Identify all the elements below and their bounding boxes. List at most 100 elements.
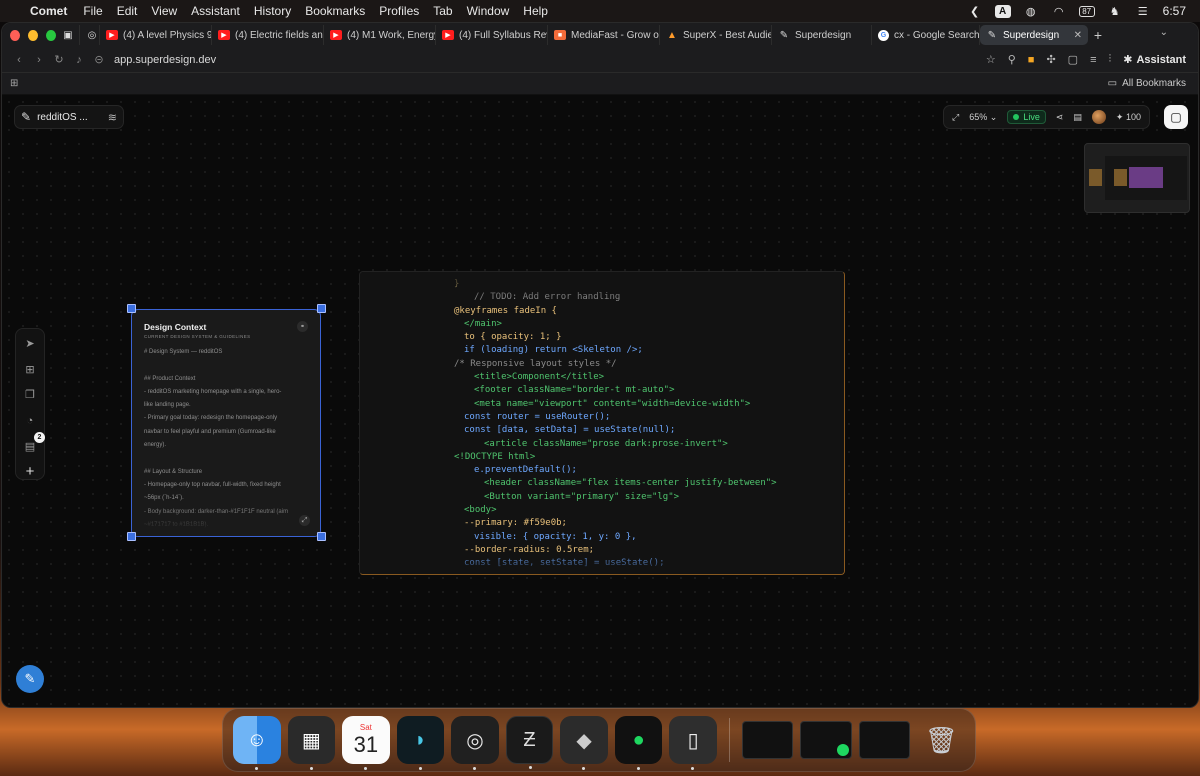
tab-0[interactable]: ▶ (4) A level Physics 9702 ( bbox=[100, 25, 212, 45]
copy-icon[interactable]: ❐ bbox=[23, 388, 37, 402]
youtube-icon: ▶ bbox=[330, 30, 342, 40]
close-tab-icon[interactable]: ✕ bbox=[1074, 30, 1082, 41]
menu-profiles[interactable]: Profiles bbox=[379, 4, 419, 18]
running-indicator bbox=[418, 767, 422, 770]
cube-app[interactable]: ◆ bbox=[560, 716, 608, 770]
palette-icon[interactable]: ◔ bbox=[23, 414, 37, 428]
globe-icon[interactable]: ◍ bbox=[1023, 4, 1039, 18]
design-context-card[interactable]: Design Context CURRENT DESIGN SYSTEM & G… bbox=[131, 309, 321, 537]
notes-icon[interactable]: ▤ 2 bbox=[23, 432, 45, 453]
star-icon[interactable]: ☆ bbox=[986, 53, 996, 66]
canvas-top-toolbar: ⤢ 65% ⌄ Live ⋖ ▤ ✦ 100 bbox=[943, 105, 1150, 129]
zoom-selector[interactable]: 65% ⌄ bbox=[969, 112, 997, 123]
sidebar-toggle-tab[interactable]: ▣ bbox=[56, 25, 80, 45]
fit-screen-icon[interactable]: ⤢ bbox=[952, 112, 959, 123]
assistant-tab[interactable]: ◎ bbox=[80, 25, 100, 45]
live-toggle[interactable]: Live bbox=[1007, 110, 1046, 124]
avatar[interactable] bbox=[1091, 110, 1106, 124]
menu-edit[interactable]: Edit bbox=[117, 4, 138, 18]
trash-app[interactable]: 🗑 bbox=[917, 716, 965, 764]
cursor-icon[interactable]: ➤ bbox=[23, 337, 37, 351]
credits-counter[interactable]: ✦ 100 bbox=[1116, 112, 1141, 123]
tab-4[interactable]: ■ MediaFast - Grow on Red bbox=[548, 25, 660, 45]
control-center-icon[interactable]: ☰ bbox=[1135, 4, 1151, 18]
apps-grid-icon[interactable]: ⊞ bbox=[10, 78, 18, 89]
minimized-window[interactable] bbox=[741, 721, 794, 759]
chevron-left-icon[interactable]: ❮ bbox=[967, 4, 983, 18]
running-indicator bbox=[636, 767, 640, 770]
comet-app[interactable]: ◗ bbox=[396, 716, 445, 770]
dog-icon[interactable]: ♞ bbox=[1107, 4, 1123, 18]
url-field[interactable]: app.superdesign.dev bbox=[114, 54, 216, 66]
tab-8[interactable]: ✎ Superdesign ✕ bbox=[980, 25, 1088, 45]
chat-button[interactable]: ▢ bbox=[1164, 105, 1188, 129]
running-indicator bbox=[364, 767, 368, 770]
tab-7[interactable]: Gcx - Google Search bbox=[872, 25, 980, 45]
menu-tab[interactable]: Tab bbox=[433, 4, 452, 18]
menu-help[interactable]: Help bbox=[523, 4, 548, 18]
grid-icon[interactable]: ⊞ bbox=[23, 363, 37, 377]
zed-app[interactable]: Ƶ bbox=[505, 716, 554, 769]
menu-history[interactable]: History bbox=[254, 4, 291, 18]
menu-bar: Comet File Edit View Assistant History B… bbox=[0, 0, 1200, 22]
code-generation-panel[interactable]: }// TODO: Add error handling@keyframes f… bbox=[359, 271, 845, 575]
reload-icon[interactable]: ↻ bbox=[50, 53, 68, 66]
calendar-app[interactable]: Sat 31 bbox=[342, 716, 390, 770]
menu-bookmarks[interactable]: Bookmarks bbox=[305, 4, 365, 18]
finder-app[interactable]: ☺ bbox=[233, 716, 281, 770]
spotify-app[interactable]: ● bbox=[614, 716, 663, 770]
menu-window[interactable]: Window bbox=[467, 4, 510, 18]
minimap[interactable] bbox=[1084, 143, 1190, 213]
menu-view[interactable]: View bbox=[151, 4, 177, 18]
design-canvas[interactable]: ✎ redditOS ... ≋ ⤢ 65% ⌄ Live ⋖ ▤ ✦ 100 … bbox=[2, 95, 1198, 707]
calendar-day: 31 bbox=[353, 732, 379, 757]
superdesign-fab-button[interactable]: ✎ bbox=[16, 665, 44, 693]
minimize-window-button[interactable] bbox=[28, 29, 38, 41]
layers-icon[interactable]: ≋ bbox=[108, 111, 117, 124]
forward-icon[interactable]: › bbox=[30, 54, 48, 66]
ring-app[interactable]: ◎ bbox=[451, 716, 499, 770]
new-tab-button[interactable]: + bbox=[1088, 27, 1108, 43]
document-icon[interactable]: ▤ bbox=[1073, 112, 1082, 123]
add-icon[interactable]: + bbox=[23, 463, 37, 480]
wifi-icon[interactable]: ◠ bbox=[1051, 4, 1067, 18]
site-info-icon[interactable]: ⊝ bbox=[90, 53, 108, 66]
tab-1[interactable]: ▶ (4) Electric fields and ma bbox=[212, 25, 324, 45]
voice-icon[interactable]: ⫶ bbox=[1109, 53, 1112, 66]
minecraft-app[interactable]: ▦ bbox=[287, 716, 336, 770]
close-window-button[interactable] bbox=[10, 29, 20, 41]
mic-icon[interactable]: ♪ bbox=[70, 54, 88, 66]
tab-5[interactable]: ▲ SuperX - Best Audience ( bbox=[660, 25, 772, 45]
assistant-button[interactable]: ✱ Assistant bbox=[1123, 53, 1186, 67]
chevron-down-icon[interactable]: ⌄ bbox=[1160, 27, 1168, 38]
puzzle-icon[interactable]: ✣ bbox=[1046, 53, 1055, 66]
resize-handle-top-right[interactable] bbox=[317, 304, 326, 313]
menu-assistant[interactable]: Assistant bbox=[191, 4, 240, 18]
expand-icon[interactable]: ⤢ bbox=[299, 515, 310, 526]
extension-icon[interactable]: ■ bbox=[1028, 54, 1035, 66]
credits-value: 100 bbox=[1125, 111, 1141, 122]
menu-file[interactable]: File bbox=[83, 4, 102, 18]
battery-icon[interactable]: 87 bbox=[1078, 5, 1095, 17]
link-icon[interactable]: ⚭ bbox=[297, 321, 308, 332]
tab-6[interactable]: ✎ Superdesign bbox=[772, 25, 872, 45]
link-icon[interactable]: ⚲ bbox=[1008, 53, 1016, 66]
resize-handle-top-left[interactable] bbox=[127, 304, 136, 313]
frame-app[interactable]: ▯ bbox=[669, 716, 717, 770]
zoom-window-button[interactable] bbox=[46, 29, 56, 41]
tab-2[interactable]: ▶ (4) M1 Work, Energy and I bbox=[324, 25, 436, 45]
all-bookmarks-button[interactable]: ▭ All Bookmarks bbox=[1108, 78, 1198, 89]
resize-handle-bottom-left[interactable] bbox=[127, 532, 136, 541]
back-icon[interactable]: ‹ bbox=[10, 54, 28, 66]
clock[interactable]: 6:57 bbox=[1163, 4, 1186, 18]
share-icon[interactable]: ⋖ bbox=[1056, 112, 1064, 123]
capture-icon[interactable]: ▢ bbox=[1068, 53, 1078, 66]
menu-lines-icon[interactable]: ≡ bbox=[1090, 54, 1096, 66]
project-selector[interactable]: ✎ redditOS ... ≋ bbox=[14, 105, 124, 129]
resize-handle-bottom-right[interactable] bbox=[317, 532, 326, 541]
tab-3[interactable]: ▶ (4) Full Syllabus Review | bbox=[436, 25, 548, 45]
menu-app-name[interactable]: Comet bbox=[30, 4, 67, 18]
minimized-window[interactable] bbox=[858, 721, 911, 759]
input-source-icon[interactable]: A bbox=[994, 4, 1011, 18]
minimized-window[interactable] bbox=[800, 721, 852, 759]
